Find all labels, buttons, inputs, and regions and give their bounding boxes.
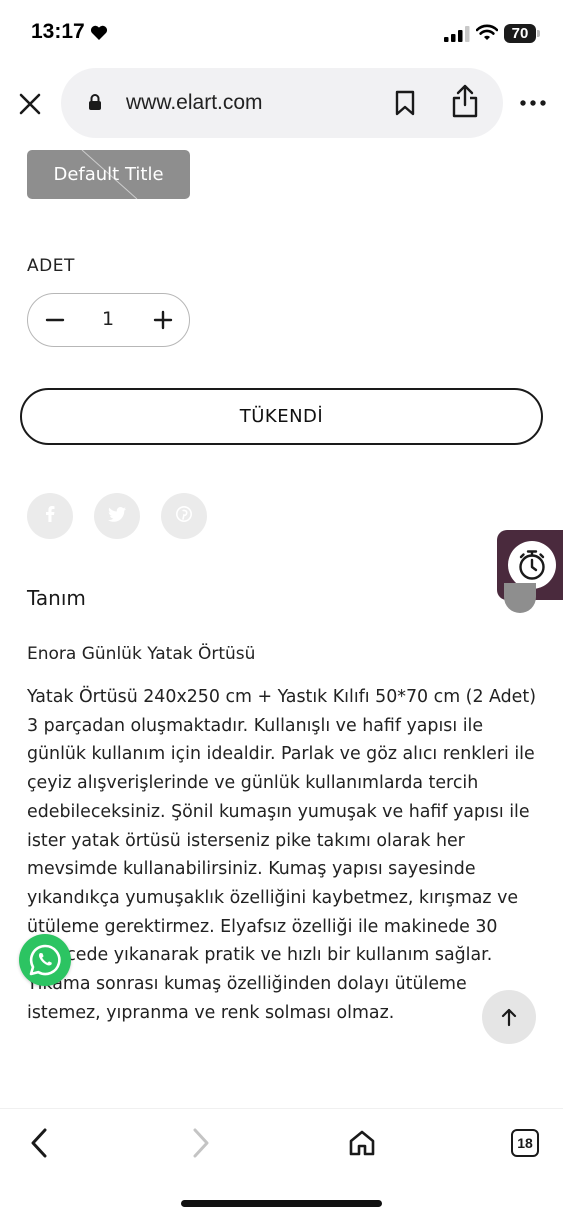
variant-option[interactable]: Default Title [27, 150, 190, 199]
bookmark-button[interactable] [391, 88, 419, 118]
wifi-icon [475, 24, 499, 45]
chevron-left-icon [31, 1128, 47, 1158]
back-button[interactable] [24, 1125, 54, 1161]
url-text[interactable]: www.elart.com [126, 91, 263, 115]
share-button[interactable] [449, 82, 481, 120]
status-time: 13:17 [31, 20, 85, 43]
whatsapp-icon [29, 944, 61, 976]
arrow-up-icon [501, 1008, 517, 1027]
increase-quantity-button[interactable] [150, 307, 176, 333]
quantity-stepper: 1 [27, 293, 190, 347]
scroll-to-top-button[interactable] [482, 990, 536, 1044]
whatsapp-button[interactable] [19, 934, 71, 986]
battery-indicator: 70 [504, 24, 540, 43]
signal-icon [444, 26, 470, 46]
share-icon [452, 84, 478, 118]
address-bar[interactable]: www.elart.com [61, 68, 503, 138]
pinterest-icon [176, 505, 192, 527]
chevron-right-icon [193, 1128, 209, 1158]
tabs-button[interactable]: 18 [511, 1129, 539, 1157]
home-indicator [181, 1200, 382, 1207]
battery-level: 70 [504, 24, 536, 43]
minus-icon [45, 318, 65, 322]
close-icon [19, 93, 41, 115]
bookmark-icon [395, 90, 415, 116]
status-bar: 13:17 70 [0, 0, 563, 66]
description-heading[interactable]: Tanım [27, 586, 86, 610]
share-pinterest-button[interactable] [161, 493, 207, 539]
sold-out-label: TÜKENDİ [239, 406, 324, 427]
timer-badge [508, 541, 556, 589]
plus-icon [153, 310, 173, 330]
description-subtitle: Enora Günlük Yatak Örtüsü [27, 644, 256, 664]
stopwatch-icon [519, 550, 545, 580]
quantity-label: ADET [27, 256, 75, 276]
share-twitter-button[interactable] [94, 493, 140, 539]
decrease-quantity-button[interactable] [42, 307, 68, 333]
description-body: Yatak Örtüsü 240x250 cm + Yastık Kılıfı … [27, 687, 536, 1023]
lock-icon [88, 93, 102, 115]
home-button[interactable] [346, 1125, 378, 1161]
description-toggle[interactable] [504, 583, 536, 613]
close-button[interactable] [14, 88, 46, 120]
sold-out-button[interactable]: TÜKENDİ [20, 388, 543, 445]
twitter-icon [108, 506, 126, 527]
battery-tip [537, 30, 540, 37]
quantity-input[interactable]: 1 [88, 308, 128, 330]
forward-button[interactable] [186, 1125, 216, 1161]
more-icon [520, 100, 546, 106]
share-facebook-button[interactable] [27, 493, 73, 539]
facebook-icon [45, 505, 55, 527]
variant-label: Default Title [53, 164, 164, 185]
heart-icon [90, 25, 108, 45]
home-icon [349, 1130, 375, 1156]
more-options-button[interactable] [516, 94, 550, 112]
